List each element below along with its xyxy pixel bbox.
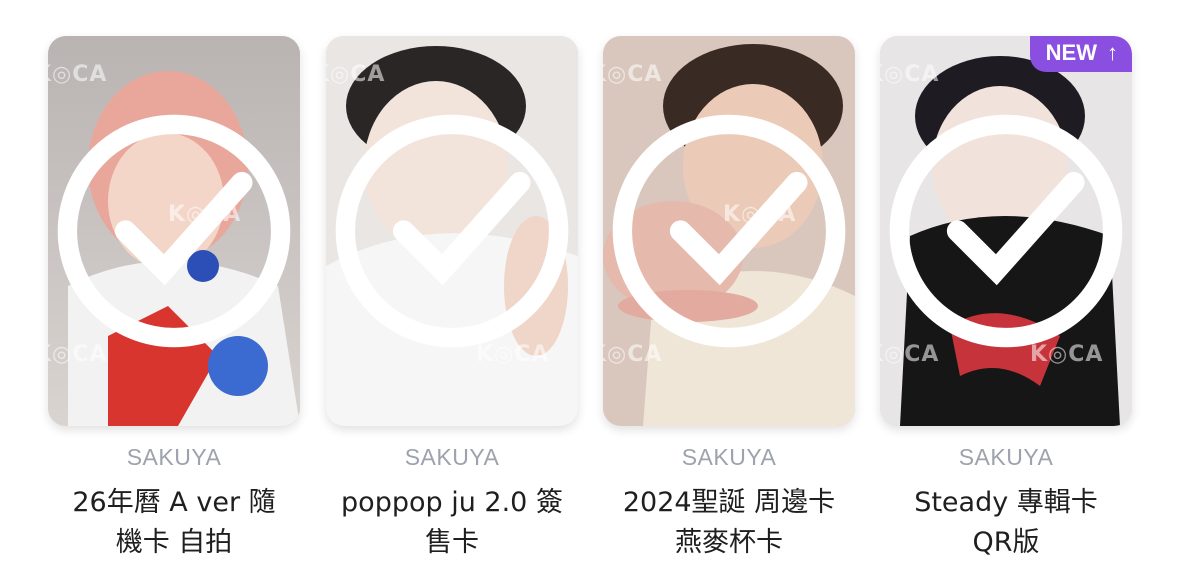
photocard-item[interactable]: K◎CA K◎CA SAKUYA poppop ju 2.0 簽 售卡 [326, 36, 578, 563]
check-circle-icon[interactable] [326, 36, 578, 426]
photocard-item[interactable]: K◎CA K◎CA K◎CA NEW ↑ SAKUYA Steady 專輯卡 Q… [880, 36, 1132, 563]
photocard-image[interactable]: K◎CA K◎CA [326, 36, 578, 426]
card-title: poppop ju 2.0 簽 售卡 [341, 487, 563, 558]
artist-name: SAKUYA [681, 444, 777, 470]
artist-name: SAKUYA [404, 444, 500, 470]
photocard-image[interactable]: K◎CA K◎CA K◎CA [48, 36, 300, 426]
photocard-item[interactable]: K◎CA K◎CA K◎CA SAKUYA 26年曆 A ver 隨 機卡 自拍 [48, 36, 300, 563]
card-title: Steady 專輯卡 QR版 [914, 487, 1098, 558]
photocard-grid: K◎CA K◎CA K◎CA SAKUYA 26年曆 A ver 隨 機卡 自拍… [0, 0, 1179, 575]
photocard-image[interactable]: K◎CA K◎CA K◎CA NEW ↑ [880, 36, 1132, 426]
artist-name: SAKUYA [958, 444, 1054, 470]
check-circle-icon[interactable] [880, 36, 1132, 426]
card-title: 26年曆 A ver 隨 機卡 自拍 [72, 487, 276, 558]
card-title: 2024聖誕 周邊卡 燕麥杯卡 [622, 487, 836, 558]
photocard-image[interactable]: K◎CA K◎CA K◎CA [603, 36, 855, 426]
photocard-item[interactable]: K◎CA K◎CA K◎CA SAKUYA 2024聖誕 周邊卡 燕麥杯卡 [603, 36, 855, 563]
artist-name: SAKUYA [126, 444, 222, 470]
check-circle-icon[interactable] [603, 36, 855, 426]
check-circle-icon[interactable] [48, 36, 300, 426]
